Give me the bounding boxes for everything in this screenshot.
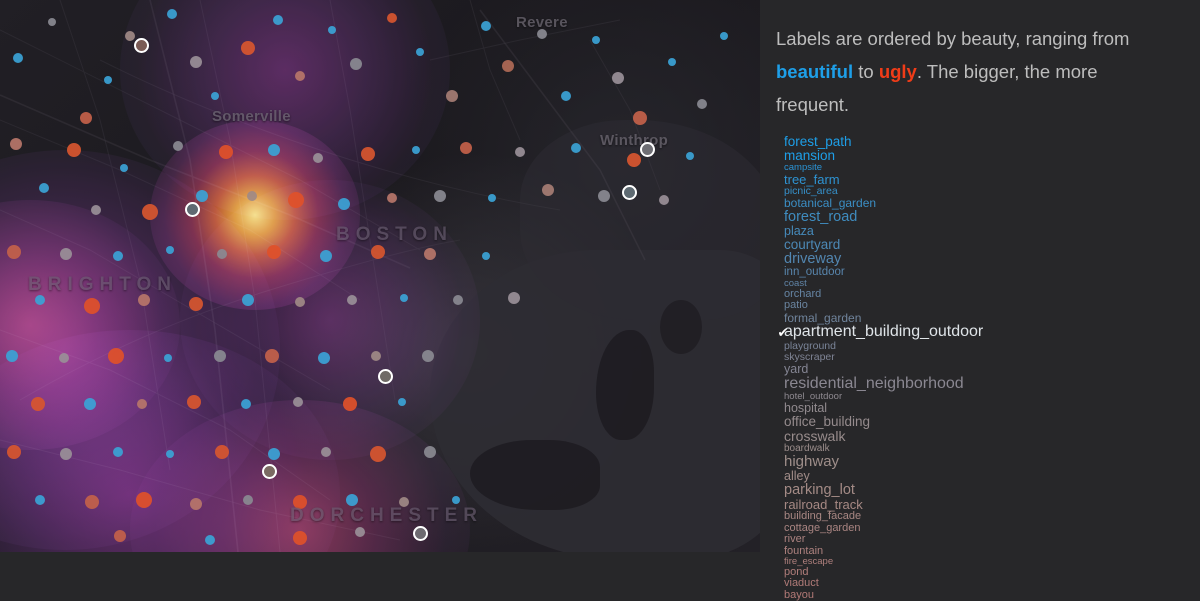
map-ring-marker[interactable] bbox=[134, 38, 149, 53]
caption-part-1: Labels are ordered by beauty, ranging fr… bbox=[776, 28, 1130, 49]
label-list-item[interactable]: courtyard bbox=[784, 236, 1176, 252]
label-list-item[interactable]: viaduct bbox=[784, 577, 1176, 590]
label-list-item[interactable]: ✔ apartment_building_outdoor bbox=[778, 323, 1176, 341]
label-list-item[interactable]: orchard bbox=[784, 288, 1176, 300]
label-list-item[interactable]: forest_road bbox=[784, 208, 1176, 225]
label-list-item[interactable]: playground bbox=[784, 340, 1176, 352]
label-list-item-text: office_building bbox=[784, 414, 871, 430]
map-ring-marker[interactable] bbox=[185, 202, 200, 217]
label-list-item[interactable]: tree_farm bbox=[784, 173, 1176, 187]
map-canvas[interactable]: Revere Somerville Winthrop BOSTON BRIGHT… bbox=[0, 0, 760, 552]
caption-ugly-word: ugly bbox=[878, 61, 917, 82]
label-list-item[interactable]: botanical_garden bbox=[784, 196, 1176, 211]
label-list-item-text: yard bbox=[784, 361, 809, 376]
label-list-item[interactable]: railroad_track bbox=[784, 498, 1176, 512]
label-list-item-text: highway bbox=[784, 453, 840, 471]
caption-beautiful-word: beautiful bbox=[776, 61, 854, 82]
label-list-item-text: railroad_track bbox=[784, 496, 863, 512]
label-list-item[interactable]: hotel_outdoor bbox=[784, 392, 1176, 402]
map-ring-marker[interactable] bbox=[622, 185, 637, 200]
map-ring-marker[interactable] bbox=[413, 526, 428, 541]
label-list-item[interactable]: fountain bbox=[784, 544, 1176, 557]
label-list-item-text: pond bbox=[784, 565, 809, 578]
label-list-item-text: botanical_garden bbox=[784, 196, 877, 211]
map-ring-marker[interactable] bbox=[640, 142, 655, 157]
label-list-item[interactable]: office_building bbox=[784, 415, 1176, 429]
label-list-item-text: forest_road bbox=[784, 208, 858, 225]
label-list-item-text: bayou bbox=[784, 588, 814, 601]
label-list-item[interactable]: campsite bbox=[784, 163, 1176, 173]
label-list-item[interactable]: driveway bbox=[784, 250, 1176, 267]
label-list-item[interactable]: patio bbox=[784, 299, 1176, 312]
label-list-item-text: apartment_building_outdoor bbox=[784, 323, 984, 341]
label-list-item-text: courtyard bbox=[784, 236, 841, 252]
label-list-item-text: crosswalk bbox=[784, 428, 846, 445]
map-ring-marker[interactable] bbox=[378, 369, 393, 384]
label-list-item[interactable]: cottage_garden bbox=[784, 522, 1176, 534]
panel-caption: Labels are ordered by beauty, ranging fr… bbox=[770, 22, 1150, 121]
info-panel: Labels are ordered by beauty, ranging fr… bbox=[760, 0, 1200, 601]
label-list-item-text: river bbox=[784, 533, 806, 546]
label-list-item-text: driveway bbox=[784, 250, 842, 267]
label-list-item-text: plaza bbox=[784, 223, 814, 238]
label-list-item-text: tree_farm bbox=[784, 171, 840, 187]
label-list-item[interactable]: inn_outdoor bbox=[784, 266, 1176, 279]
label-list-item-text: fire_escape bbox=[784, 556, 834, 568]
app-root: Revere Somerville Winthrop BOSTON BRIGHT… bbox=[0, 0, 1200, 601]
label-list-item-text: alley bbox=[784, 468, 810, 483]
label-list-item[interactable]: yard bbox=[784, 361, 1176, 376]
label-list-item[interactable]: river bbox=[784, 533, 1176, 546]
caption-joiner: to bbox=[858, 61, 874, 82]
label-list-item[interactable]: bayou bbox=[784, 588, 1176, 601]
label-list-item[interactable]: residential_neighborhood bbox=[784, 374, 1176, 393]
label-list-item[interactable]: alley bbox=[784, 468, 1176, 483]
label-list-item-text: viaduct bbox=[784, 577, 819, 590]
label-list-item-text: parking_lot bbox=[784, 481, 855, 498]
label-list-item[interactable]: plaza bbox=[784, 223, 1176, 238]
beauty-label-list[interactable]: forest_path mansion campsite tree_farm picni… bbox=[770, 134, 1176, 601]
label-list-item[interactable]: highway bbox=[784, 454, 1176, 470]
label-list-item-text: skyscraper bbox=[784, 350, 835, 363]
label-list-item[interactable]: boardwalk bbox=[784, 443, 1176, 454]
label-list-item-text: residential_neighborhood bbox=[784, 374, 964, 392]
label-list-item-text: fountain bbox=[784, 544, 824, 557]
map-ring-marker[interactable] bbox=[262, 464, 277, 479]
label-list-item[interactable]: skyscraper bbox=[784, 350, 1176, 363]
map-data-points bbox=[6, 9, 728, 545]
check-icon: ✔ bbox=[777, 324, 789, 340]
label-list-item[interactable]: coast bbox=[784, 279, 1176, 289]
label-list-item-text: building_facade bbox=[784, 510, 862, 523]
label-list-item[interactable]: forest_path bbox=[784, 134, 1176, 149]
label-list-item[interactable]: parking_lot bbox=[784, 481, 1176, 498]
label-list-item-text: forest_path bbox=[784, 134, 852, 149]
label-list-item[interactable]: crosswalk bbox=[784, 429, 1176, 444]
label-list-item[interactable]: fire_escape bbox=[784, 557, 1176, 567]
label-list-item[interactable]: pond bbox=[784, 565, 1176, 578]
label-list-item-text: mansion bbox=[784, 148, 836, 164]
label-list-item[interactable]: building_facade bbox=[784, 510, 1176, 523]
label-list-item-text: patio bbox=[784, 299, 808, 312]
label-list-item[interactable]: mansion bbox=[784, 148, 1176, 164]
